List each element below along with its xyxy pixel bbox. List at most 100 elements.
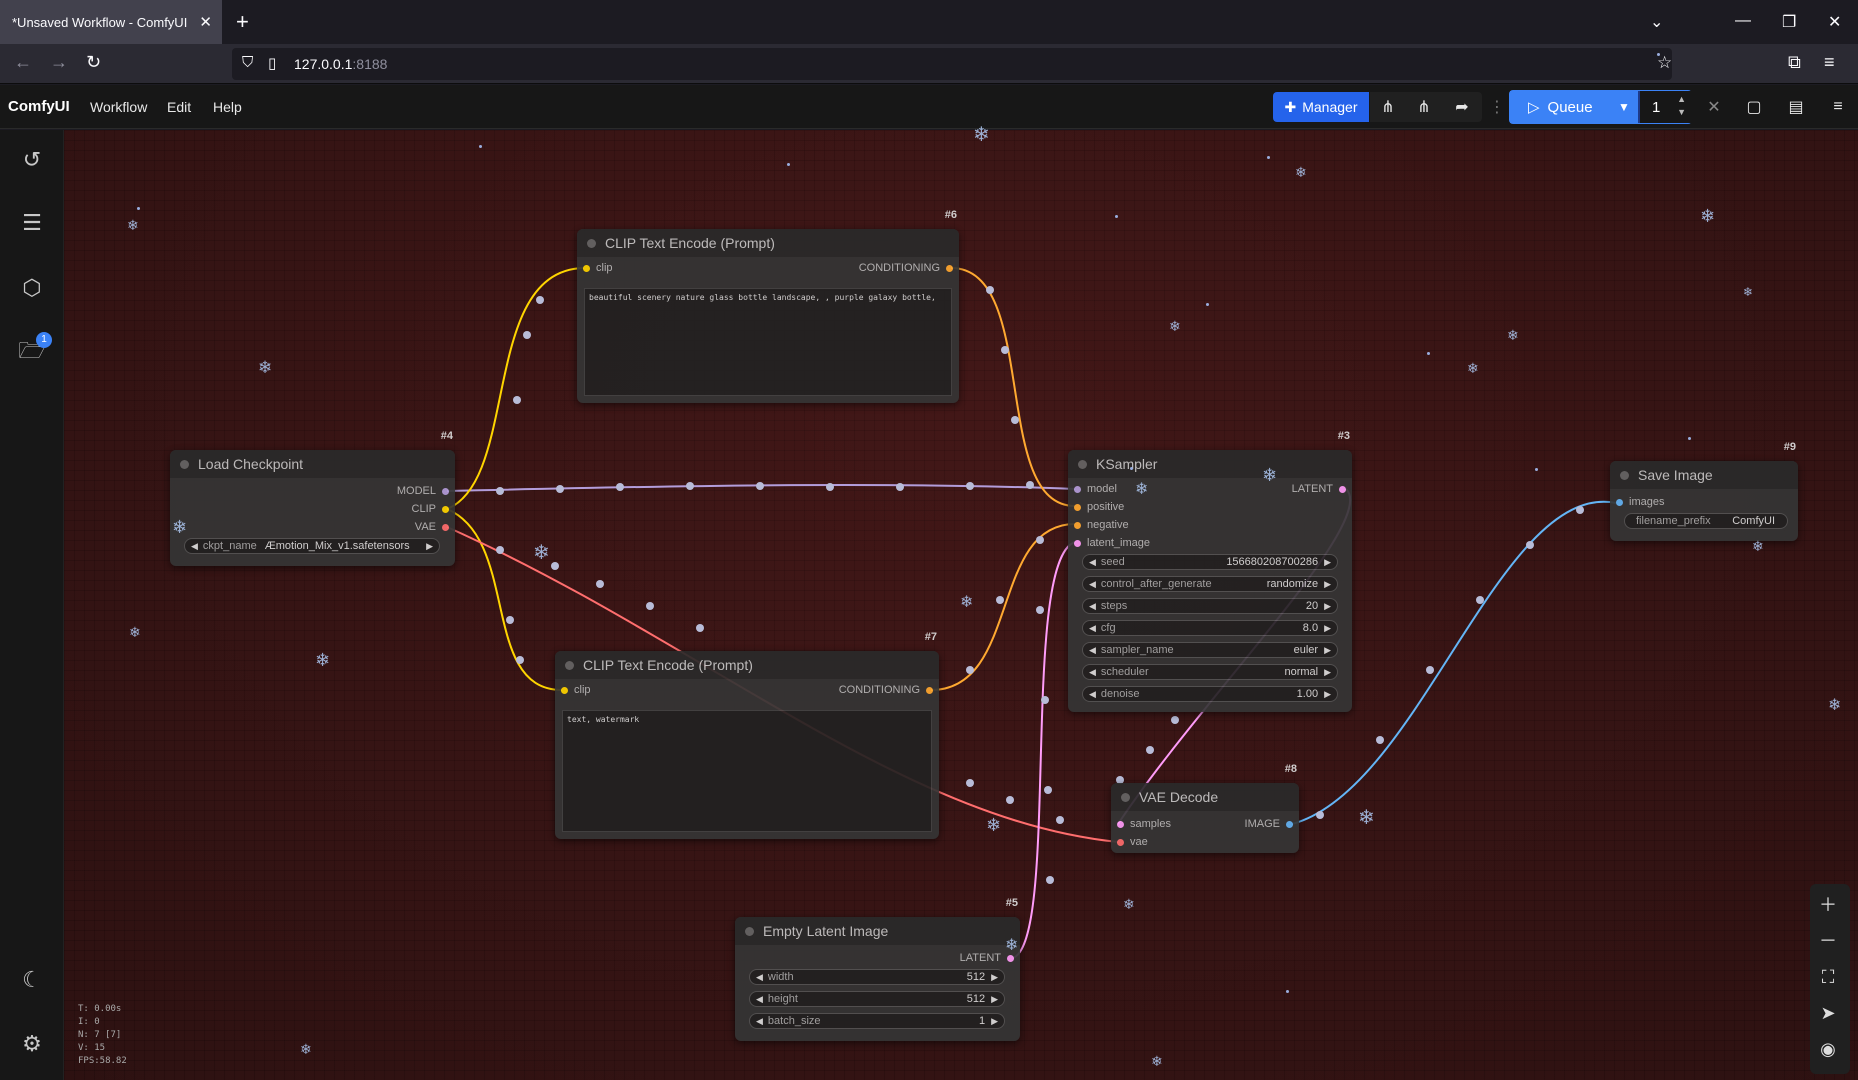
collapse-dot-icon[interactable] bbox=[587, 239, 596, 248]
clip-text-encode-negative-node[interactable]: #7 CLIP Text Encode (Prompt) clip CONDIT… bbox=[555, 631, 939, 839]
arrow-right-icon[interactable]: ▶ bbox=[991, 972, 998, 983]
unload-models-icon[interactable]: ⋔ bbox=[1370, 92, 1406, 122]
slot-dot-icon[interactable] bbox=[1117, 838, 1124, 846]
node-title-bar[interactable]: Empty Latent Image bbox=[735, 917, 1020, 945]
arrow-left-icon[interactable]: ◀ bbox=[1089, 579, 1096, 590]
height-widget[interactable]: ◀ height 512 ▶ bbox=[749, 991, 1005, 1007]
output-latent-slot[interactable]: LATENT bbox=[1292, 482, 1346, 496]
bookmark-star-icon[interactable]: ☆ bbox=[1657, 53, 1672, 72]
prompt-textarea[interactable]: text, watermark bbox=[562, 710, 932, 832]
node-library-icon[interactable]: ☰ bbox=[18, 209, 46, 237]
input-images-slot[interactable]: images bbox=[1616, 495, 1664, 509]
arrow-left-icon[interactable]: ◀ bbox=[1089, 601, 1096, 612]
slot-dot-icon[interactable] bbox=[1074, 539, 1081, 547]
restore-icon[interactable]: ❐ bbox=[1782, 12, 1796, 32]
load-checkpoint-node[interactable]: #4 Load Checkpoint MODEL CLIP VAE ◀ ckpt… bbox=[170, 430, 455, 566]
clear-queue-icon[interactable]: ✕ bbox=[1700, 92, 1728, 122]
arrow-right-icon[interactable]: ▶ bbox=[991, 994, 998, 1005]
zoom-in-icon[interactable]: ＋ bbox=[1812, 889, 1844, 921]
arrow-left-icon[interactable]: ◀ bbox=[1089, 557, 1096, 568]
minimize-icon[interactable]: — bbox=[1735, 12, 1751, 30]
arrow-left-icon[interactable]: ◀ bbox=[191, 541, 198, 552]
forward-icon[interactable]: → bbox=[50, 52, 68, 73]
fit-view-icon[interactable]: ⛶ bbox=[1812, 961, 1844, 993]
collapse-dot-icon[interactable] bbox=[1620, 471, 1629, 480]
arrow-right-icon[interactable]: ▶ bbox=[991, 1016, 998, 1027]
model-library-icon[interactable]: ⬡ bbox=[18, 274, 46, 302]
clip-text-encode-positive-node[interactable]: #6 CLIP Text Encode (Prompt) clip CONDIT… bbox=[577, 209, 959, 403]
input-clip-slot[interactable]: clip bbox=[583, 261, 613, 275]
output-clip-slot[interactable]: CLIP bbox=[412, 502, 449, 516]
input-vae-slot[interactable]: vae bbox=[1117, 835, 1148, 849]
arrow-right-icon[interactable]: ▶ bbox=[1324, 557, 1331, 568]
slot-dot-icon[interactable] bbox=[1007, 954, 1014, 962]
save-image-node[interactable]: #9 Save Image images filename_prefix Comf… bbox=[1610, 441, 1798, 541]
select-mode-icon[interactable]: ➤ bbox=[1812, 997, 1844, 1029]
slot-dot-icon[interactable] bbox=[946, 264, 953, 272]
sampler-name-widget[interactable]: ◀ sampler_name euler ▶ bbox=[1082, 642, 1338, 658]
node-title-bar[interactable]: CLIP Text Encode (Prompt) bbox=[577, 229, 959, 257]
window-close-icon[interactable]: ✕ bbox=[1828, 12, 1841, 32]
node-title-bar[interactable]: Load Checkpoint bbox=[170, 450, 455, 478]
slot-dot-icon[interactable] bbox=[926, 686, 933, 694]
free-memory-icon[interactable]: ⋔ bbox=[1406, 92, 1442, 122]
empty-latent-image-node[interactable]: #5 Empty Latent Image LATENT ◀ width 512 ▶ … bbox=[735, 897, 1020, 1041]
history-icon[interactable]: ↺ bbox=[18, 146, 46, 174]
node-title-bar[interactable]: VAE Decode bbox=[1111, 783, 1299, 811]
scheduler-widget[interactable]: ◀ scheduler normal ▶ bbox=[1082, 664, 1338, 680]
arrow-right-icon[interactable]: ▶ bbox=[1324, 601, 1331, 612]
denoise-widget[interactable]: ◀ denoise 1.00 ▶ bbox=[1082, 686, 1338, 702]
ksampler-node[interactable]: #3 KSampler model positive negative late… bbox=[1068, 430, 1352, 712]
slot-dot-icon[interactable] bbox=[442, 505, 449, 513]
toggle-links-eye-icon[interactable]: ◉ bbox=[1812, 1033, 1844, 1065]
slot-dot-icon[interactable] bbox=[1117, 820, 1124, 828]
batch-size-widget[interactable]: ◀ batch_size 1 ▶ bbox=[749, 1013, 1005, 1029]
output-model-slot[interactable]: MODEL bbox=[397, 484, 449, 498]
prompt-textarea[interactable]: beautiful scenery nature glass bottle la… bbox=[584, 288, 952, 396]
input-negative-slot[interactable]: negative bbox=[1074, 518, 1129, 532]
manager-button[interactable]: ✚ Manager bbox=[1273, 92, 1369, 122]
collapse-dot-icon[interactable] bbox=[565, 661, 574, 670]
new-tab-icon[interactable]: + bbox=[236, 9, 249, 35]
toggle-panel-icon[interactable]: ▢ bbox=[1740, 92, 1768, 122]
slot-dot-icon[interactable] bbox=[442, 523, 449, 531]
app-menu-icon[interactable]: ≡ bbox=[1824, 52, 1835, 73]
control-after-generate-widget[interactable]: ◀ control_after_generate randomize ▶ bbox=[1082, 576, 1338, 592]
slot-dot-icon[interactable] bbox=[442, 487, 449, 495]
zoom-out-icon[interactable]: － bbox=[1812, 925, 1844, 957]
arrow-left-icon[interactable]: ◀ bbox=[1089, 623, 1096, 634]
arrow-right-icon[interactable]: ▶ bbox=[426, 541, 433, 552]
menu-workflow[interactable]: Workflow bbox=[90, 99, 147, 115]
shield-icon[interactable]: ⛉ bbox=[242, 54, 253, 71]
input-latent-image-slot[interactable]: latent_image bbox=[1074, 536, 1150, 550]
input-positive-slot[interactable]: positive bbox=[1074, 500, 1124, 514]
arrow-right-icon[interactable]: ▶ bbox=[1324, 645, 1331, 656]
steps-widget[interactable]: ◀ steps 20 ▶ bbox=[1082, 598, 1338, 614]
input-clip-slot[interactable]: clip bbox=[561, 683, 591, 697]
queue-count-stepper-icon[interactable]: ▲ ▼ bbox=[1677, 93, 1686, 119]
slot-dot-icon[interactable] bbox=[583, 264, 590, 272]
slot-dot-icon[interactable] bbox=[1339, 485, 1346, 493]
queue-count-input[interactable]: 1 ▲ ▼ bbox=[1640, 91, 1692, 123]
collapse-dot-icon[interactable] bbox=[1121, 793, 1130, 802]
input-samples-slot[interactable]: samples bbox=[1117, 817, 1171, 831]
arrow-left-icon[interactable]: ◀ bbox=[1089, 667, 1096, 678]
seed-widget[interactable]: ◀ seed 156680208700286 ▶ bbox=[1082, 554, 1338, 570]
arrow-right-icon[interactable]: ▶ bbox=[1324, 579, 1331, 590]
arrow-left-icon[interactable]: ◀ bbox=[756, 994, 763, 1005]
slot-dot-icon[interactable] bbox=[1074, 521, 1081, 529]
node-title-bar[interactable]: Save Image bbox=[1610, 461, 1798, 489]
drag-handle-icon[interactable]: ⋮ bbox=[1489, 92, 1505, 122]
arrow-left-icon[interactable]: ◀ bbox=[1089, 645, 1096, 656]
theme-moon-icon[interactable]: ☾ bbox=[18, 966, 46, 994]
tab-list-chevron-icon[interactable]: ⌄ bbox=[1650, 12, 1663, 32]
settings-gear-icon[interactable]: ⚙ bbox=[18, 1030, 46, 1058]
page-icon[interactable]: ▯ bbox=[268, 54, 276, 72]
ckpt-name-combo[interactable]: ◀ ckpt_name Æmotion_Mix_v1.safetensors ▶ bbox=[184, 538, 440, 554]
arrow-right-icon[interactable]: ▶ bbox=[1324, 623, 1331, 634]
arrow-right-icon[interactable]: ▶ bbox=[1324, 689, 1331, 700]
hamburger-menu-icon[interactable]: ≡ bbox=[1824, 92, 1852, 122]
toggle-bottom-panel-icon[interactable]: ▤ bbox=[1782, 92, 1810, 122]
slot-dot-icon[interactable] bbox=[1074, 503, 1081, 511]
width-widget[interactable]: ◀ width 512 ▶ bbox=[749, 969, 1005, 985]
